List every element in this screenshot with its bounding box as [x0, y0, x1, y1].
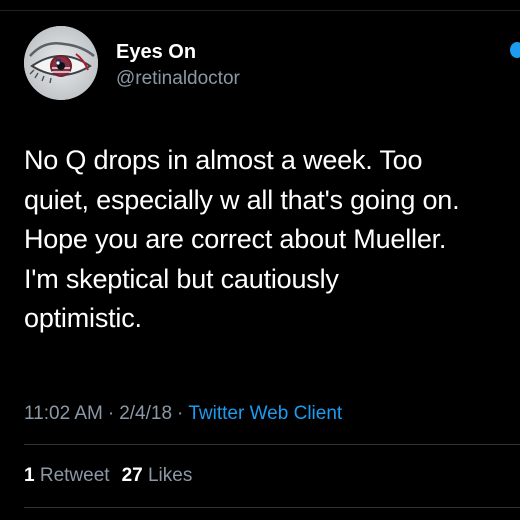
avatar[interactable]: [24, 26, 98, 100]
top-divider: [0, 10, 520, 11]
divider: [24, 444, 520, 445]
display-name[interactable]: Eyes On: [116, 40, 196, 64]
divider: [24, 507, 520, 508]
client-link[interactable]: Twitter Web Client: [188, 403, 342, 424]
likes-label: Likes: [147, 465, 193, 486]
tweet-meta: 11:02 AM · 2/4/18 · Twitter Web Client: [24, 402, 342, 426]
retweets-label: Retweet: [39, 465, 110, 486]
likes-stat[interactable]: 27 Likes: [122, 465, 193, 486]
retweets-stat[interactable]: 1 Retweet: [24, 465, 110, 486]
eye-icon: [24, 26, 98, 100]
user-handle[interactable]: @retinaldoctor: [116, 67, 240, 91]
more-icon[interactable]: [510, 42, 520, 58]
meta-separator: ·: [107, 403, 115, 424]
likes-count: 27: [121, 465, 143, 486]
meta-separator: ·: [177, 403, 184, 424]
tweet-date[interactable]: 2/4/18: [119, 403, 172, 424]
retweets-count: 1: [24, 465, 35, 486]
engagement-stats: 1 Retweet 27 Likes: [24, 464, 192, 488]
tweet-time[interactable]: 11:02 AM: [24, 403, 103, 424]
tweet-text: No Q drops in almost a week. Too quiet, …: [24, 145, 460, 333]
